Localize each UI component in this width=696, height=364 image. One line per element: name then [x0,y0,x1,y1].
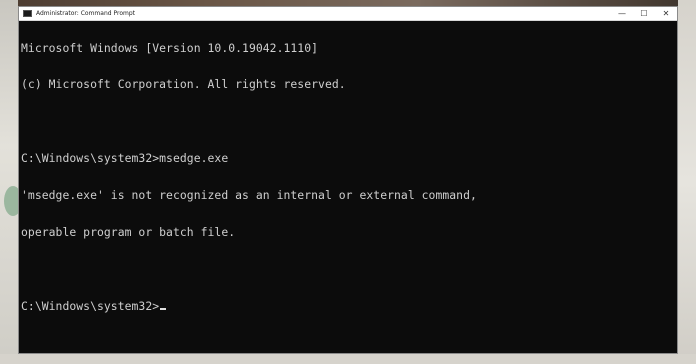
console-prompt-line[interactable]: C:\Windows\system32> [21,300,677,312]
console-line: 'msedge.exe' is not recognized as an int… [21,188,477,203]
text-cursor [160,307,167,310]
console-line: Microsoft Windows [Version 10.0.19042.11… [21,40,319,55]
console-prompt: C:\Windows\system32> [21,298,160,313]
console-line: C:\Windows\system32>msedge.exe [21,151,229,166]
console-scrollbar[interactable] [665,21,677,353]
desktop-background-left [0,0,22,364]
desktop-background-right [678,0,696,364]
command-prompt-window[interactable]: Administrator: Command Prompt — ☐ ✕ Micr… [18,6,678,354]
command-prompt-icon[interactable] [23,10,32,17]
console-line: (c) Microsoft Corporation. All rights re… [21,77,346,92]
console-output[interactable]: Microsoft Windows [Version 10.0.19042.11… [21,17,677,353]
console-line: operable program or batch file. [21,225,236,240]
desktop-background-bottom [0,354,696,364]
